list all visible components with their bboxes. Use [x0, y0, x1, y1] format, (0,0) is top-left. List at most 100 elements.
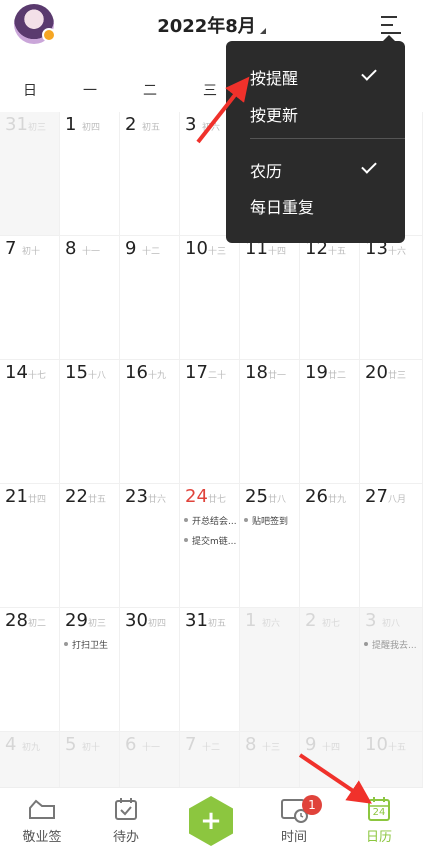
- calendar-day-cell[interactable]: 31 初五: [180, 608, 240, 732]
- day-number: 2: [125, 114, 137, 135]
- lunar-date: 初十: [22, 247, 41, 257]
- calendar-day-cell[interactable]: 14 十七: [0, 360, 60, 484]
- lunar-date: 初三: [88, 619, 107, 629]
- lunar-date: 初四: [82, 123, 101, 133]
- calendar-day-cell[interactable]: 22 廿五: [60, 484, 120, 608]
- menu-item-sort-by-reminder[interactable]: 按提醒: [250, 65, 298, 89]
- event-item[interactable]: 开总结会...: [184, 514, 237, 527]
- event-item[interactable]: 贴吧签到: [244, 514, 288, 527]
- lunar-date: 廿三: [388, 371, 407, 381]
- day-number: 27: [365, 486, 388, 507]
- calendar-day-cell[interactable]: 15 十八: [60, 360, 120, 484]
- calendar-day-cell[interactable]: 23 廿六: [120, 484, 180, 608]
- sort-dropdown-menu: 按提醒 按更新 农历 每日重复: [226, 35, 405, 243]
- day-number: 21: [5, 486, 28, 507]
- calendar-day-cell[interactable]: 2 初七: [300, 608, 360, 732]
- lunar-date: 廿一: [268, 371, 287, 381]
- calendar-day-cell[interactable]: 13 十六: [360, 236, 423, 360]
- calendar-day-cell[interactable]: 8 十一: [60, 236, 120, 360]
- plus-icon: +: [200, 806, 222, 836]
- lunar-date: 初五: [208, 619, 227, 629]
- day-number: 2: [305, 610, 317, 631]
- calendar-day-cell[interactable]: 26 廿九: [300, 484, 360, 608]
- lunar-date: 初六: [202, 123, 221, 133]
- calendar-day-cell[interactable]: 30 初四: [120, 608, 180, 732]
- menu-item-daily-repeat[interactable]: 每日重复: [250, 194, 314, 218]
- day-number: 1: [245, 610, 257, 631]
- tab-calendar[interactable]: 24 日历: [339, 788, 419, 859]
- lunar-date: 廿八: [268, 495, 287, 505]
- calendar-day-cell[interactable]: 27 八月: [360, 484, 423, 608]
- day-number: 30: [125, 610, 148, 631]
- lunar-date: 初八: [382, 619, 401, 629]
- weekday-label: 二: [143, 83, 157, 99]
- calendar-day-cell[interactable]: 24 廿七开总结会... 提交m链...: [180, 484, 240, 608]
- calendar-day-cell[interactable]: 1 初六: [240, 608, 300, 732]
- tab-notes[interactable]: 敬业签: [2, 788, 82, 859]
- divider: [250, 138, 405, 139]
- tab-label: 敬业签: [22, 830, 62, 845]
- tab-label: 时间: [280, 830, 307, 845]
- calendar-day-cell[interactable]: 21 廿四: [0, 484, 60, 608]
- lunar-date: 十三: [262, 743, 281, 753]
- lunar-date: 初十: [82, 743, 101, 753]
- day-number: 8: [65, 238, 77, 259]
- menu-item-lunar[interactable]: 农历: [250, 158, 282, 182]
- calendar-day-cell[interactable]: 19 廿二: [300, 360, 360, 484]
- lunar-date: 十五: [388, 743, 407, 753]
- calendar-day-cell[interactable]: 18 廿一: [240, 360, 300, 484]
- lunar-date: 十二: [202, 743, 221, 753]
- day-number: 8: [245, 734, 257, 755]
- event-item[interactable]: 提交m链...: [184, 534, 236, 547]
- lunar-date: 初五: [142, 123, 161, 133]
- event-item[interactable]: 提醒我去...: [364, 638, 417, 651]
- calendar-day-cell[interactable]: 11 十四: [240, 236, 300, 360]
- day-number: 15: [65, 362, 88, 383]
- day-number: 22: [65, 486, 88, 507]
- note-icon: [29, 799, 55, 819]
- calendar-day-cell[interactable]: 28 初二: [0, 608, 60, 732]
- lunar-date: 十六: [388, 247, 407, 257]
- calendar-day-cell[interactable]: 1 初四: [60, 112, 120, 236]
- calendar-day-cell[interactable]: 16 十九: [120, 360, 180, 484]
- day-number: 9: [125, 238, 137, 259]
- day-number: 31: [5, 114, 28, 135]
- day-number: 20: [365, 362, 388, 383]
- lunar-date: 十一: [82, 247, 101, 257]
- calendar-day-cell[interactable]: 12 十五: [300, 236, 360, 360]
- month-selector[interactable]: 2022年8月: [0, 12, 423, 38]
- calendar-day-cell[interactable]: 7 初十: [0, 236, 60, 360]
- day-number: 7: [5, 238, 17, 259]
- tab-todo[interactable]: 待办: [86, 788, 166, 859]
- calendar-day-cell[interactable]: 17 二十: [180, 360, 240, 484]
- tab-time[interactable]: 时间: [254, 788, 334, 859]
- event-item[interactable]: 打扫卫生: [64, 638, 108, 651]
- lunar-date: 初三: [28, 123, 47, 133]
- day-number: 25: [245, 486, 268, 507]
- calendar-day-cell[interactable]: 9 十二: [120, 236, 180, 360]
- day-number: 9: [305, 734, 317, 755]
- lunar-date: 初四: [148, 619, 167, 629]
- calendar-day-cell[interactable]: 31 初三: [0, 112, 60, 236]
- day-number: 23: [125, 486, 148, 507]
- lunar-date: 廿七: [208, 495, 227, 505]
- calendar-day-cell[interactable]: 2 初五: [120, 112, 180, 236]
- lunar-date: 十七: [28, 371, 47, 381]
- calendar-day-cell[interactable]: 20 廿三: [360, 360, 423, 484]
- todo-icon: [115, 798, 137, 820]
- lunar-date: 初九: [22, 743, 41, 753]
- calendar-day-cell[interactable]: 10 十三: [180, 236, 240, 360]
- menu-item-sort-by-update[interactable]: 按更新: [250, 102, 298, 126]
- lunar-date: 十一: [142, 743, 161, 753]
- calendar-day-cell[interactable]: 3 初八 提醒我去...: [360, 608, 423, 732]
- day-number: 26: [305, 486, 328, 507]
- day-number: 10: [365, 734, 388, 755]
- day-number: 29: [65, 610, 88, 631]
- calendar-day-cell[interactable]: 29 初三打扫卫生: [60, 608, 120, 732]
- calendar-day-cell[interactable]: 25 廿八贴吧签到: [240, 484, 300, 608]
- check-icon: [361, 65, 377, 81]
- menu-icon[interactable]: [381, 16, 403, 36]
- lunar-date: 十二: [142, 247, 161, 257]
- day-number: 24: [185, 486, 208, 507]
- month-title: 2022年8月: [157, 16, 256, 37]
